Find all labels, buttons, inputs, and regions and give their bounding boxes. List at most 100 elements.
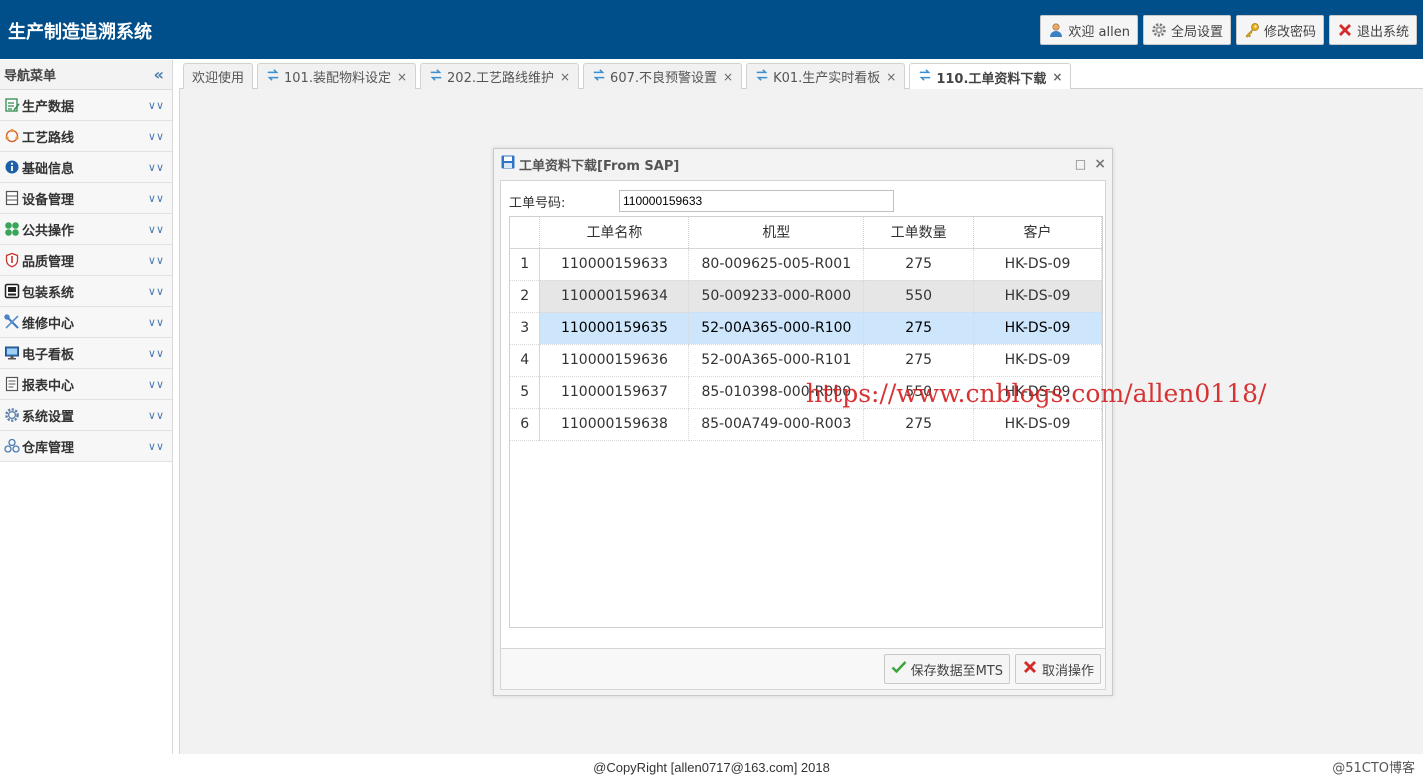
tab-process-route[interactable]: 202.工艺路线维护 × (420, 63, 580, 89)
dialog-body: 工单号码: 工单名称 机型 工单数量 客户 1 110000 (500, 180, 1106, 649)
tab-work-order-download[interactable]: 110.工单资料下载 × (909, 63, 1072, 90)
info-icon (4, 159, 20, 175)
chevron-down-icon: ∨∨ (147, 408, 164, 422)
table-row[interactable]: 1 110000159633 80-009625-005-R001 275 HK… (510, 248, 1102, 281)
cell-order-name: 110000159637 (539, 376, 690, 409)
sidebar-item-quality[interactable]: 品质管理 ∨∨ (0, 245, 172, 276)
key-icon (1244, 22, 1260, 38)
chevron-down-icon: ∨∨ (147, 377, 164, 391)
watermark-text: https://www.cnblogs.com/allen0118/ (806, 379, 1267, 408)
table-row[interactable]: 2 110000159634 50-009233-000-R000 550 HK… (510, 280, 1102, 313)
tab-welcome[interactable]: 欢迎使用 (183, 63, 254, 89)
dialog-buttons: 保存数据至MTS 取消操作 (883, 654, 1101, 684)
welcome-user-button[interactable]: 欢迎 allen (1040, 15, 1138, 45)
column-header[interactable]: 客户 (973, 217, 1102, 249)
cell-order-name: 110000159634 (539, 280, 690, 313)
work-order-input[interactable] (619, 190, 894, 212)
chevron-down-icon: ∨∨ (147, 129, 164, 143)
app-header: 生产制造追溯系统 欢迎 allen 全局设置 修改密码 退出系统 (0, 0, 1423, 59)
tab-close-icon[interactable]: × (1052, 70, 1062, 84)
cell-customer: HK-DS-09 (973, 280, 1102, 313)
cancel-button[interactable]: 取消操作 (1014, 654, 1101, 684)
table-row[interactable]: 4 110000159636 52-00A365-000-R101 275 HK… (510, 344, 1102, 377)
close-icon[interactable]: × (1094, 156, 1106, 172)
tab-assembly-material[interactable]: 101.装配物料设定 × (257, 63, 417, 89)
logout-button[interactable]: 退出系统 (1328, 15, 1417, 45)
app-title: 生产制造追溯系统 (8, 22, 152, 43)
sidebar-item-dashboard[interactable]: 电子看板 ∨∨ (0, 338, 172, 369)
chevron-down-icon: ∨∨ (147, 160, 164, 174)
sidebar-item-production-data[interactable]: 生产数据 ∨∨ (0, 90, 172, 121)
chevron-down-icon: ∨∨ (147, 315, 164, 329)
tab-bar: 欢迎使用 101.装配物料设定 × 202.工艺路线维护 × 607.不良预警设… (179, 60, 1423, 90)
cell-model: 52-00A365-000-R101 (688, 344, 865, 377)
row-number: 4 (510, 344, 541, 377)
cell-quantity: 275 (863, 408, 975, 441)
chevron-down-icon: ∨∨ (147, 98, 164, 112)
monitor-icon (4, 345, 20, 361)
swap-arrows-icon (918, 68, 932, 86)
chevron-down-icon: ∨∨ (147, 439, 164, 453)
swap-arrows-icon (755, 68, 769, 86)
column-header[interactable]: 工单数量 (863, 217, 975, 249)
sidebar-title: 导航菜单 (4, 69, 57, 84)
dialog-title: 工单资料下载[From SAP] (519, 158, 680, 174)
device-icon (4, 190, 20, 206)
shield-icon (4, 252, 20, 268)
cell-model: 52-00A365-000-R100 (688, 312, 865, 345)
row-number-header (510, 217, 541, 249)
tab-close-icon[interactable]: × (723, 70, 733, 84)
sidebar-collapse-icon[interactable]: « (154, 65, 164, 84)
copyright-footer: @CopyRight [allen0717@163.com] 2018 (593, 760, 830, 775)
work-order-field-row: 工单号码: (509, 189, 1099, 213)
sidebar-item-repair[interactable]: 维修中心 ∨∨ (0, 307, 172, 338)
chevron-down-icon: ∨∨ (147, 284, 164, 298)
gear-icon (1151, 22, 1167, 38)
tab-close-icon[interactable]: × (560, 70, 570, 84)
row-number: 5 (510, 376, 541, 409)
tab-close-icon[interactable]: × (397, 70, 407, 84)
tab-close-icon[interactable]: × (886, 70, 896, 84)
sidebar-item-common-ops[interactable]: 公共操作 ∨∨ (0, 214, 172, 245)
table-row[interactable]: 6 110000159638 85-00A749-000-R003 275 HK… (510, 408, 1102, 441)
cell-quantity: 275 (863, 312, 975, 345)
sidebar-item-system-settings[interactable]: 系统设置 ∨∨ (0, 400, 172, 431)
settings-icon (4, 407, 20, 423)
chevron-down-icon: ∨∨ (147, 346, 164, 360)
row-number: 1 (510, 248, 541, 281)
change-password-button[interactable]: 修改密码 (1235, 15, 1324, 45)
close-icon (1337, 22, 1353, 38)
sidebar-item-packaging[interactable]: 包装系统 ∨∨ (0, 276, 172, 307)
cell-order-name: 110000159635 (539, 312, 690, 345)
column-header[interactable]: 机型 (688, 217, 865, 249)
sidebar-item-warehouse[interactable]: 仓库管理 ∨∨ (0, 431, 172, 462)
cell-order-name: 110000159636 (539, 344, 690, 377)
chevron-down-icon: ∨∨ (147, 253, 164, 267)
sidebar-item-reports[interactable]: 报表中心 ∨∨ (0, 369, 172, 400)
tab-realtime-board[interactable]: K01.生产实时看板 × (746, 63, 906, 89)
sidebar-header: 导航菜单 « (0, 60, 172, 90)
cell-model: 80-009625-005-R001 (688, 248, 865, 281)
dialog-titlebar: 工单资料下载[From SAP] □ × (494, 149, 1112, 179)
cell-customer: HK-DS-09 (973, 408, 1102, 441)
row-number: 3 (510, 312, 541, 345)
column-header[interactable]: 工单名称 (539, 217, 690, 249)
global-settings-button[interactable]: 全局设置 (1142, 15, 1231, 45)
table-row-selected[interactable]: 3 110000159635 52-00A365-000-R100 275 HK… (510, 312, 1102, 345)
tab-defect-alert[interactable]: 607.不良预警设置 × (583, 63, 743, 89)
swap-arrows-icon (429, 68, 443, 86)
row-number: 2 (510, 280, 541, 313)
sidebar-item-equipment[interactable]: 设备管理 ∨∨ (0, 183, 172, 214)
maximize-icon[interactable]: □ (1075, 157, 1086, 171)
swap-arrows-icon (266, 68, 280, 86)
cell-quantity: 550 (863, 280, 975, 313)
close-icon (1022, 659, 1038, 679)
sidebar-item-basic-info[interactable]: 基础信息 ∨∨ (0, 152, 172, 183)
warehouse-icon (4, 438, 20, 454)
edit-list-icon (4, 97, 20, 113)
sidebar-item-process-route[interactable]: 工艺路线 ∨∨ (0, 121, 172, 152)
report-icon (4, 376, 20, 392)
row-number: 6 (510, 408, 541, 441)
save-to-mts-button[interactable]: 保存数据至MTS (883, 654, 1010, 684)
cell-customer: HK-DS-09 (973, 344, 1102, 377)
